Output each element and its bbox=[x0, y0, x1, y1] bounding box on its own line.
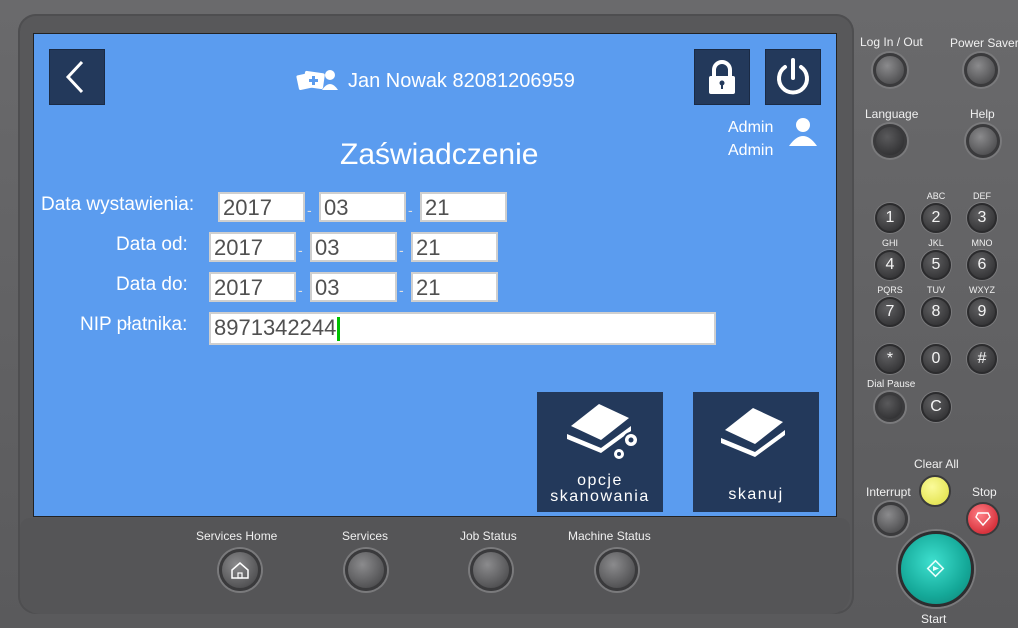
keypad-key[interactable]: 2 bbox=[921, 203, 951, 233]
machine-status-button[interactable] bbox=[596, 549, 638, 591]
keypad-key-letters: DEF bbox=[973, 191, 991, 201]
page-title: Zaświadczenie bbox=[340, 138, 539, 171]
chevron-left-icon bbox=[65, 60, 84, 94]
services-button[interactable] bbox=[345, 549, 387, 591]
power-saver-label: Power Saver bbox=[950, 36, 1018, 50]
dial-pause-button[interactable] bbox=[875, 392, 905, 422]
keypad-key[interactable]: * bbox=[875, 344, 905, 374]
services-home-label: Services Home bbox=[196, 529, 278, 543]
issue-date-day-field[interactable]: 21 bbox=[420, 192, 507, 222]
language-label: Language bbox=[865, 107, 919, 121]
power-saver-button[interactable] bbox=[964, 53, 998, 87]
keypad-key[interactable]: 3 bbox=[967, 203, 997, 233]
nip-label: NIP płatnika: bbox=[80, 314, 188, 335]
stop-icon bbox=[975, 512, 991, 527]
lock-button[interactable] bbox=[694, 49, 750, 105]
date-to-month-field[interactable]: 03 bbox=[310, 272, 397, 302]
clear-all-button[interactable] bbox=[919, 475, 951, 507]
home-icon bbox=[231, 562, 249, 579]
issue-date-month-field[interactable]: 03 bbox=[319, 192, 406, 222]
bottom-button-strip bbox=[20, 518, 850, 614]
keypad-key[interactable]: 6 bbox=[967, 250, 997, 280]
patient-card-icon bbox=[295, 70, 338, 92]
clear-all-label: Clear All bbox=[914, 457, 959, 471]
keypad-key[interactable]: # bbox=[967, 344, 997, 374]
keypad-key-letters: JKL bbox=[928, 238, 944, 248]
services-label: Services bbox=[342, 529, 389, 543]
keypad-key[interactable]: 1 bbox=[875, 203, 905, 233]
date-from-label: Data od: bbox=[116, 234, 188, 255]
date-from-month-field[interactable]: 03 bbox=[310, 232, 397, 262]
interrupt-button[interactable] bbox=[874, 502, 908, 536]
text-cursor bbox=[337, 317, 341, 342]
user-info: Jan Nowak 82081206959 bbox=[294, 66, 575, 96]
lock-icon bbox=[709, 60, 735, 94]
touch-screen: Jan Nowak 82081206959 Admin Admin Zaświa… bbox=[33, 33, 837, 517]
date-from-day-field[interactable]: 21 bbox=[411, 232, 498, 262]
keypad-key-letters: PQRS bbox=[877, 285, 903, 295]
keypad-key-letters: ABC bbox=[926, 191, 946, 201]
login-label: Log In / Out bbox=[860, 35, 923, 49]
interrupt-label: Interrupt bbox=[866, 485, 911, 499]
nip-value: 8971342244 bbox=[214, 315, 337, 340]
user-name: Jan Nowak 82081206959 bbox=[348, 69, 575, 92]
user-icon[interactable] bbox=[786, 116, 820, 148]
separator: - bbox=[298, 282, 303, 298]
services-home-button[interactable] bbox=[219, 549, 261, 591]
scan-label: skanuj bbox=[728, 486, 784, 503]
machine-status-label: Machine Status bbox=[568, 529, 651, 543]
clear-key[interactable]: C bbox=[921, 392, 951, 422]
job-status-button[interactable] bbox=[470, 549, 512, 591]
power-icon bbox=[777, 58, 809, 95]
keypad-key[interactable]: 5 bbox=[921, 250, 951, 280]
separator: - bbox=[307, 202, 312, 218]
scanner-settings-icon bbox=[567, 404, 639, 461]
dial-pause-label: Dial Pause bbox=[867, 379, 916, 390]
separator: - bbox=[298, 242, 303, 258]
stop-button[interactable] bbox=[966, 502, 1000, 536]
back-button[interactable] bbox=[49, 49, 105, 105]
start-button[interactable] bbox=[898, 531, 974, 607]
date-to-label: Data do: bbox=[116, 274, 188, 295]
date-from-year-field[interactable]: 2017 bbox=[209, 232, 296, 262]
issue-date-label: Data wystawienia: bbox=[41, 194, 195, 215]
language-button[interactable] bbox=[873, 124, 907, 158]
admin-label: Admin Admin bbox=[728, 119, 774, 159]
keypad-key-letters: GHI bbox=[881, 238, 898, 248]
power-button[interactable] bbox=[765, 49, 821, 105]
separator: - bbox=[399, 242, 404, 258]
scan-options-label-2: skanowania bbox=[550, 488, 650, 505]
keypad-key[interactable]: 4 bbox=[875, 250, 905, 280]
login-button[interactable] bbox=[873, 53, 907, 87]
stop-label: Stop bbox=[972, 485, 997, 499]
scanner-icon bbox=[721, 408, 785, 457]
keypad-key-letters: MNO bbox=[971, 238, 993, 248]
date-to-year-field[interactable]: 2017 bbox=[209, 272, 296, 302]
keypad-key-letters: WXYZ bbox=[969, 285, 995, 295]
scan-options-button[interactable]: opcje skanowania bbox=[537, 392, 663, 512]
keypad-key[interactable]: 9 bbox=[967, 297, 997, 327]
keypad-key[interactable]: 0 bbox=[921, 344, 951, 374]
keypad-key-letters: TUV bbox=[927, 285, 945, 295]
nip-field[interactable]: 8971342244 bbox=[209, 312, 716, 345]
scan-button[interactable]: skanuj bbox=[693, 392, 819, 512]
keypad-key[interactable]: 7 bbox=[875, 297, 905, 327]
help-label: Help bbox=[970, 107, 995, 121]
help-button[interactable] bbox=[966, 124, 1000, 158]
separator: - bbox=[399, 282, 404, 298]
date-to-day-field[interactable]: 21 bbox=[411, 272, 498, 302]
start-icon bbox=[926, 559, 945, 578]
job-status-label: Job Status bbox=[460, 529, 517, 543]
start-label: Start bbox=[921, 612, 947, 626]
issue-date-year-field[interactable]: 2017 bbox=[218, 192, 305, 222]
separator: - bbox=[408, 202, 413, 218]
keypad-key[interactable]: 8 bbox=[921, 297, 951, 327]
